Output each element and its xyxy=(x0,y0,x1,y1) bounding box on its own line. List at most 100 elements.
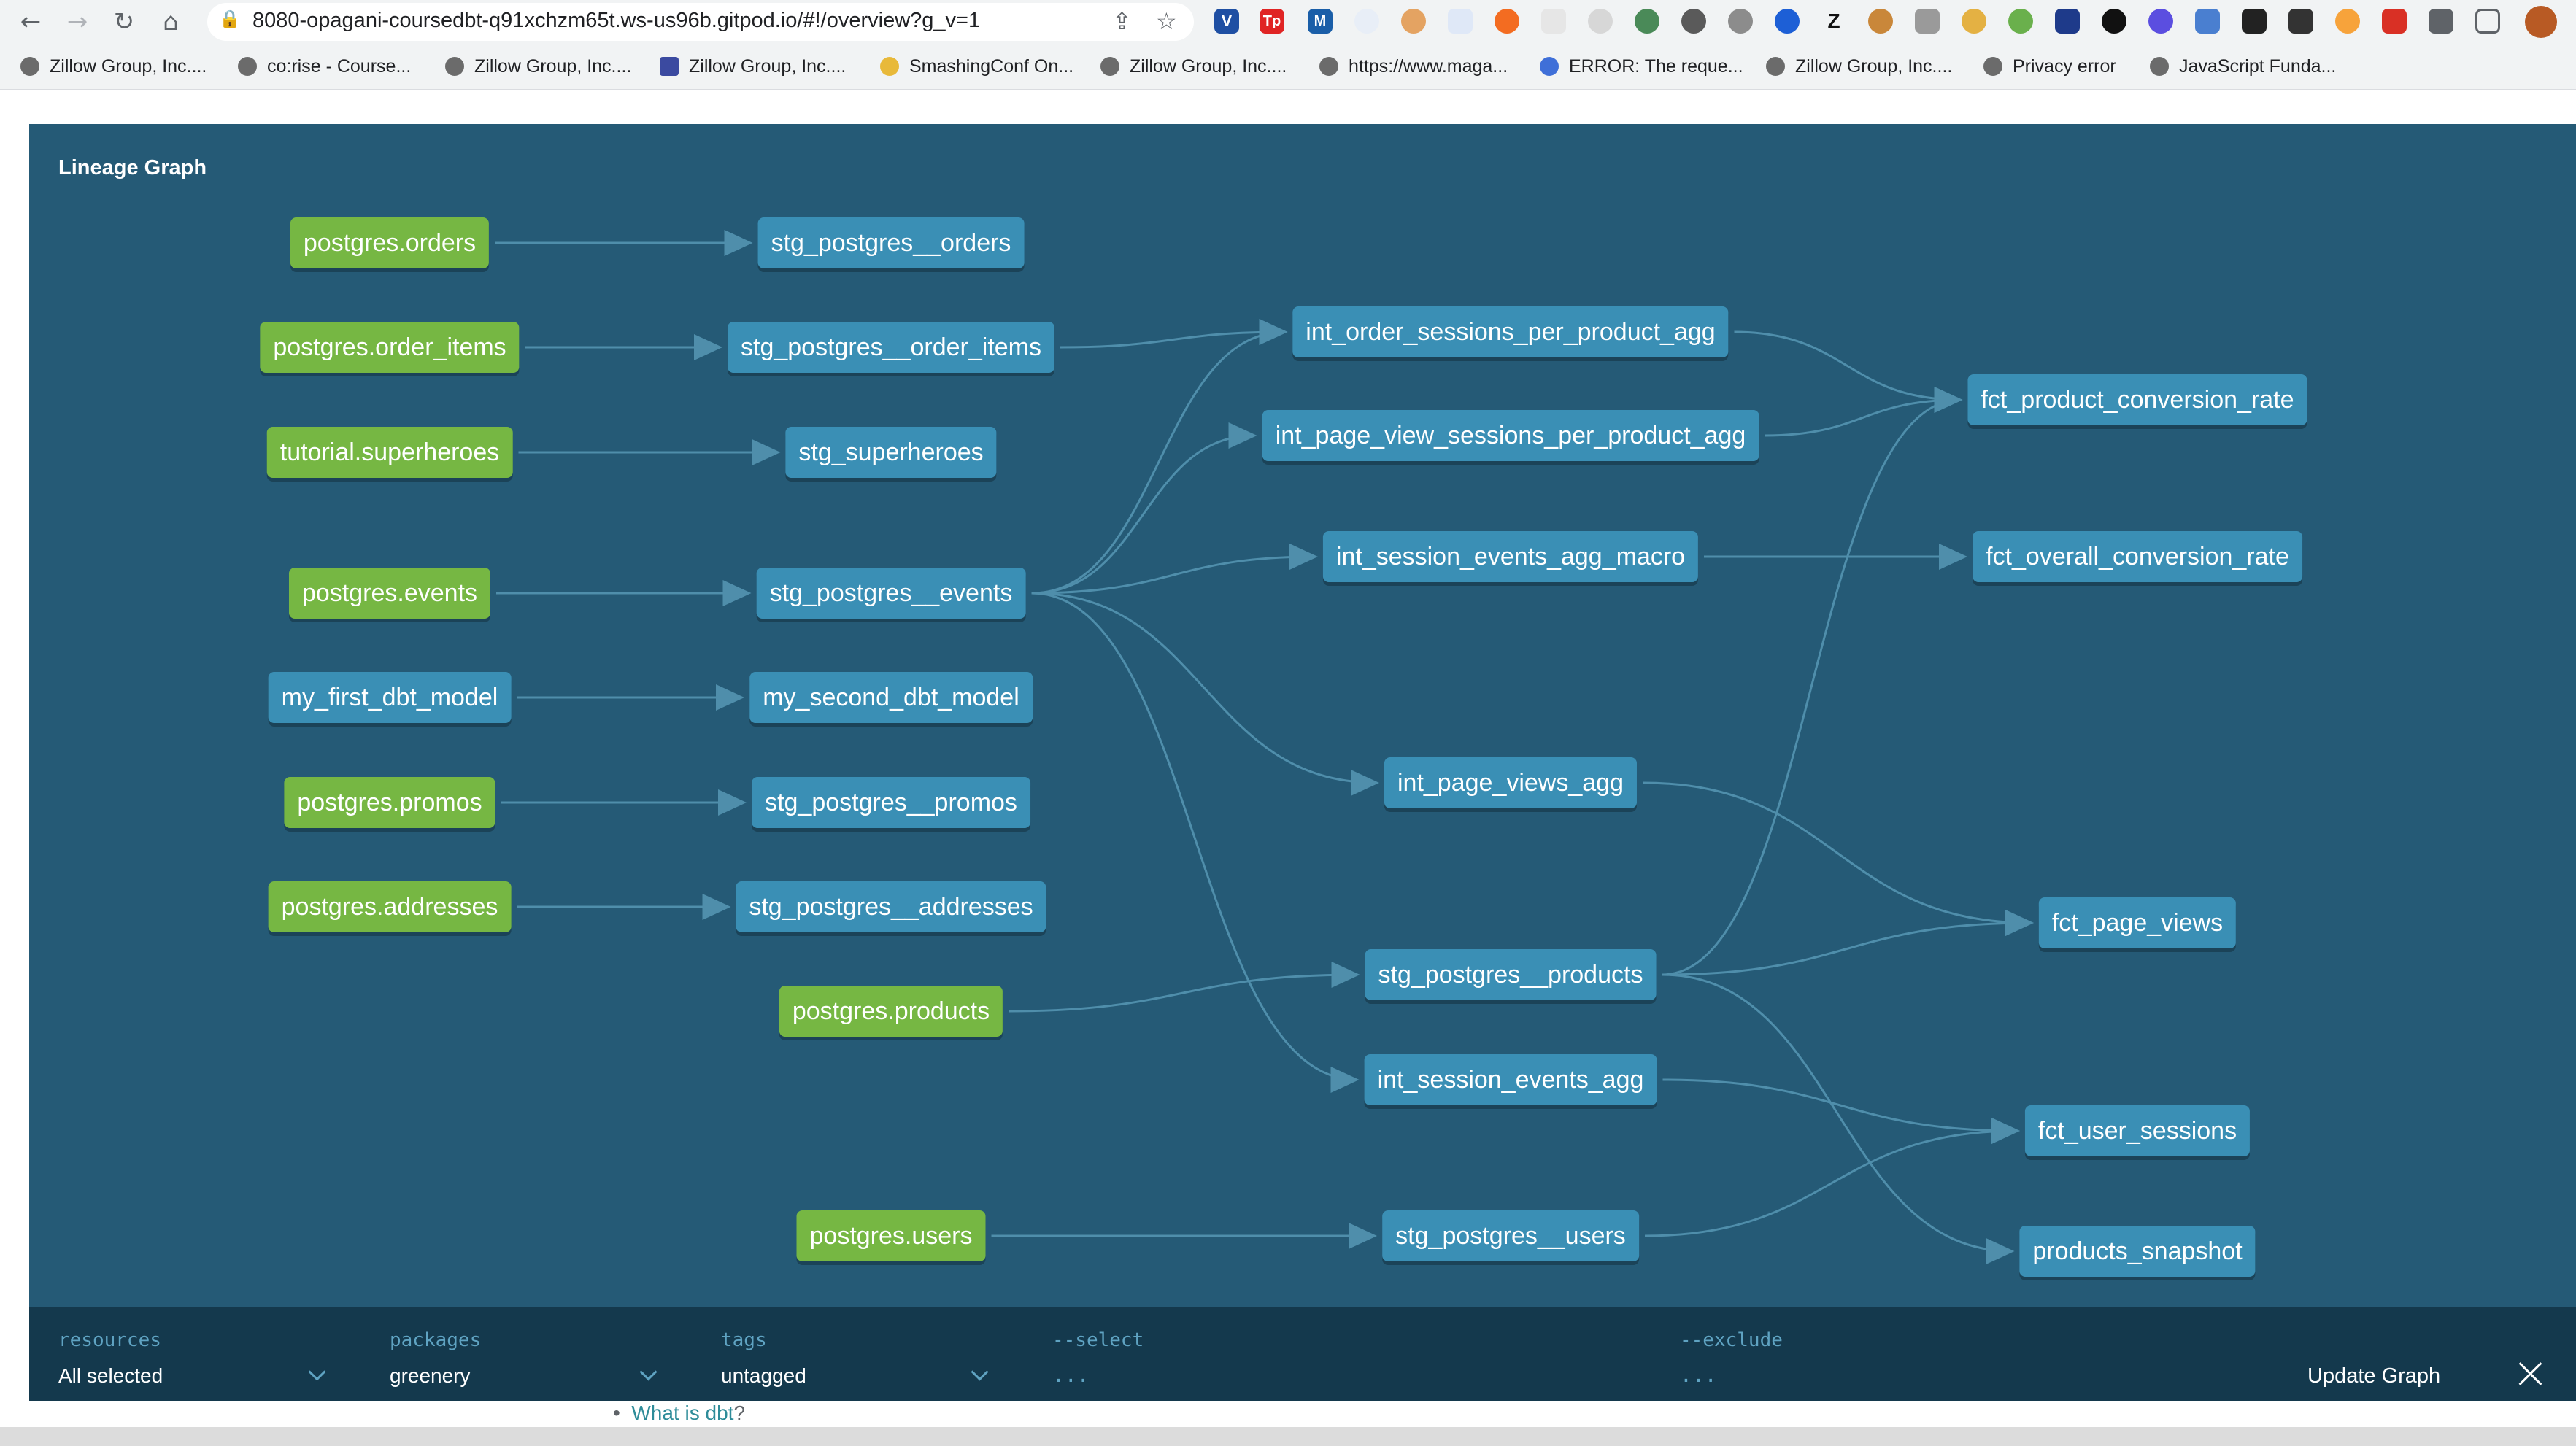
lineage-node[interactable]: stg_postgres__orders xyxy=(757,217,1025,268)
extension-icon[interactable] xyxy=(1588,9,1613,34)
resources-select[interactable]: All selected xyxy=(58,1364,163,1388)
bookmark-item[interactable]: ERROR: The reque... xyxy=(1540,54,1743,79)
bookmark-item[interactable]: Zillow Group, Inc.... xyxy=(445,54,631,79)
select-input[interactable]: ... xyxy=(1052,1363,1090,1387)
extension-icon[interactable] xyxy=(2335,9,2360,34)
extension-icon[interactable]: Z xyxy=(1821,9,1846,34)
lineage-node[interactable]: postgres.events xyxy=(288,568,491,619)
lineage-node[interactable]: fct_overall_conversion_rate xyxy=(1973,531,2302,582)
extension-icon[interactable] xyxy=(1681,9,1706,34)
lineage-node[interactable]: products_snapshot xyxy=(2019,1226,2256,1277)
lineage-node[interactable]: stg_postgres__users xyxy=(1382,1210,1639,1261)
reload-icon[interactable]: ↻ xyxy=(108,6,140,38)
bookmark-star-icon[interactable]: ☆ xyxy=(1156,7,1177,35)
bookmark-item[interactable]: Privacy error xyxy=(1983,54,2116,79)
lineage-node[interactable]: stg_postgres__events xyxy=(756,568,1026,619)
side-panel-icon[interactable] xyxy=(2475,9,2500,34)
extension-icon[interactable] xyxy=(2148,9,2173,34)
address-url[interactable]: 8080-opagani-coursedbt-q91xchzm65t.ws-us… xyxy=(252,9,980,33)
lineage-edge xyxy=(1008,962,1360,1013)
lineage-node[interactable]: postgres.orders xyxy=(290,217,490,268)
lineage-edge xyxy=(1662,1078,2020,1144)
bookmark-item[interactable]: co:rise - Course... xyxy=(238,54,411,79)
extension-icon[interactable] xyxy=(1448,9,1473,34)
extension-icon[interactable] xyxy=(2195,9,2220,34)
lineage-node[interactable]: int_session_events_agg xyxy=(1364,1054,1657,1105)
exclude-input[interactable]: ... xyxy=(1680,1363,1717,1387)
bookmark-item[interactable]: https://www.maga... xyxy=(1319,54,1508,79)
lineage-node[interactable]: fct_product_conversion_rate xyxy=(1967,374,2307,425)
lineage-node[interactable]: int_page_views_agg xyxy=(1384,757,1638,808)
lineage-node[interactable]: stg_postgres__order_items xyxy=(727,322,1055,373)
lineage-node[interactable]: stg_superheroes xyxy=(785,427,997,478)
forward-icon[interactable]: → xyxy=(61,6,93,38)
lineage-node[interactable]: tutorial.superheroes xyxy=(266,427,513,478)
packages-select[interactable]: greenery xyxy=(390,1364,471,1388)
lineage-node[interactable]: postgres.products xyxy=(779,986,1003,1037)
chevron-down-icon[interactable] xyxy=(971,1363,989,1381)
extension-icon[interactable] xyxy=(2288,9,2313,34)
extension-icon[interactable] xyxy=(1868,9,1893,34)
extension-icon[interactable] xyxy=(1354,9,1379,34)
lineage-node[interactable]: int_page_view_sessions_per_product_agg xyxy=(1262,410,1759,461)
extension-icon[interactable]: M xyxy=(1308,9,1333,34)
close-icon[interactable] xyxy=(2513,1357,2547,1391)
extension-icon[interactable] xyxy=(1495,9,1519,34)
what-is-dbt-link[interactable]: What is dbt xyxy=(631,1401,733,1424)
bookmark-item[interactable]: Zillow Group, Inc.... xyxy=(660,54,846,79)
lineage-edge xyxy=(1031,319,1288,595)
lineage-node[interactable]: stg_postgres__promos xyxy=(752,777,1030,828)
extension-icon[interactable] xyxy=(1635,9,1659,34)
lineage-node[interactable]: postgres.addresses xyxy=(268,881,512,932)
lineage-node[interactable]: fct_page_views xyxy=(2038,897,2237,948)
bookmark-item[interactable]: JavaScript Funda... xyxy=(2150,54,2336,79)
lineage-node[interactable]: stg_postgres__addresses xyxy=(736,881,1046,932)
extension-icon[interactable] xyxy=(1775,9,1800,34)
lineage-node[interactable]: int_session_events_agg_macro xyxy=(1322,531,1699,582)
bookmark-item[interactable]: Zillow Group, Inc.... xyxy=(1766,54,1952,79)
extension-icon[interactable] xyxy=(1728,9,1753,34)
resources-label: resources xyxy=(58,1329,161,1351)
extensions-puzzle-icon[interactable] xyxy=(2429,9,2453,34)
chevron-down-icon[interactable] xyxy=(639,1363,658,1381)
lineage-node[interactable]: postgres.order_items xyxy=(260,322,520,373)
lineage-edge xyxy=(1031,544,1318,595)
lineage-node[interactable]: postgres.users xyxy=(796,1210,986,1261)
extension-icon[interactable] xyxy=(2102,9,2126,34)
lineage-node[interactable]: fct_user_sessions xyxy=(2024,1105,2251,1156)
extension-icon[interactable]: Tp xyxy=(1260,9,1284,34)
lineage-node[interactable]: stg_postgres__products xyxy=(1365,949,1657,1000)
back-icon[interactable]: ← xyxy=(15,6,47,38)
bookmark-item[interactable]: Zillow Group, Inc.... xyxy=(20,54,207,79)
extension-icon[interactable] xyxy=(1962,9,1986,34)
extension-icon[interactable] xyxy=(1401,9,1426,34)
extension-icon[interactable] xyxy=(1541,9,1566,34)
bookmark-favicon xyxy=(660,57,679,76)
browser-toolbar: ← → ↻ ⌂ 🔒 8080-opagani-coursedbt-q91xchz… xyxy=(0,0,2576,44)
extension-icon[interactable] xyxy=(2008,9,2033,34)
bookmark-item[interactable]: Zillow Group, Inc.... xyxy=(1100,54,1287,79)
lineage-node[interactable]: my_first_dbt_model xyxy=(268,672,512,723)
lineage-node[interactable]: int_order_sessions_per_product_agg xyxy=(1292,306,1729,357)
lineage-node[interactable]: my_second_dbt_model xyxy=(749,672,1033,723)
bookmark-item[interactable]: SmashingConf On... xyxy=(880,54,1073,79)
extension-icon[interactable] xyxy=(2382,9,2407,34)
lineage-edge xyxy=(1644,1118,2020,1237)
profile-avatar[interactable] xyxy=(2525,6,2557,38)
lock-icon[interactable]: 🔒 xyxy=(219,9,241,29)
extension-icon[interactable] xyxy=(2242,9,2267,34)
extension-icon[interactable] xyxy=(2055,9,2080,34)
share-icon[interactable]: ⇪ xyxy=(1112,7,1132,35)
home-icon[interactable]: ⌂ xyxy=(155,6,187,38)
tags-select[interactable]: untagged xyxy=(721,1364,806,1388)
extension-icon[interactable]: V xyxy=(1214,9,1239,34)
lineage-edge xyxy=(1642,781,2034,936)
lineage-node[interactable]: postgres.promos xyxy=(284,777,495,828)
bookmark-favicon xyxy=(1540,57,1559,76)
extension-icon[interactable] xyxy=(1915,9,1940,34)
update-graph-button[interactable]: Update Graph xyxy=(2307,1364,2440,1388)
chevron-down-icon[interactable] xyxy=(308,1363,326,1381)
lineage-edge xyxy=(1662,973,2015,1264)
lineage-edge xyxy=(1031,592,1360,1093)
globe-icon xyxy=(445,57,464,76)
